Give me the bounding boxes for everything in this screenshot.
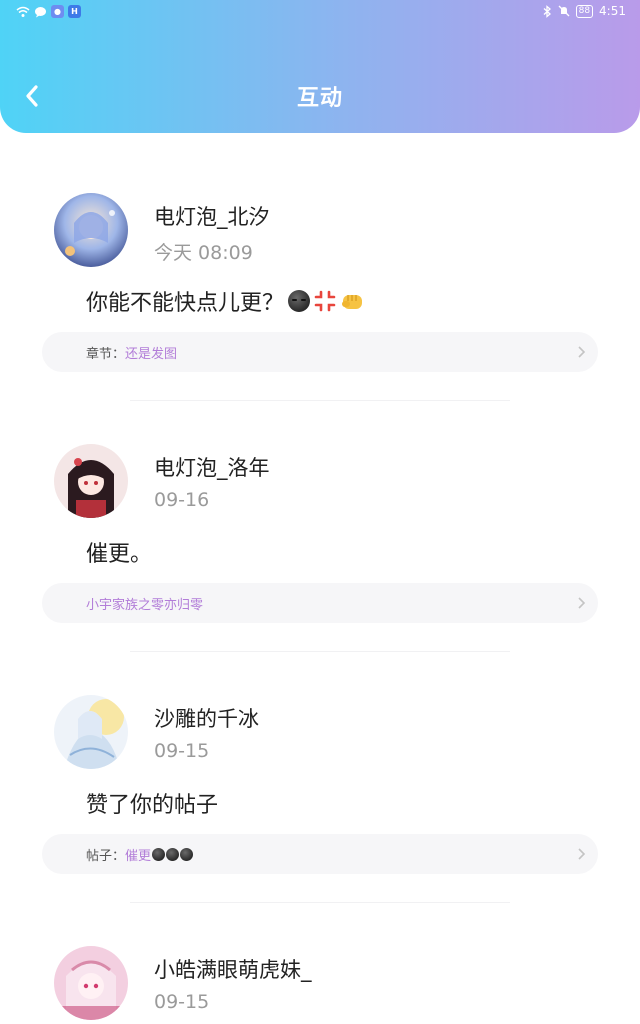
message-icon [35, 6, 46, 17]
status-bar: ● H 88 4:51 [0, 0, 640, 26]
interaction-list: 电灯泡_北汐 今天 08:09 你能不能快点儿更？ 章节： 还是发图 电灯泡_洛… [0, 151, 640, 1024]
reference-link[interactable]: 帖子： 催更 [42, 834, 598, 874]
reference-label: 章节： [86, 346, 126, 362]
status-left-icons: ● H [16, 5, 81, 18]
reference-text: 还是发图 [125, 346, 178, 362]
divider [130, 400, 510, 401]
message-text: 你能不能快点儿更？ [86, 291, 285, 316]
timestamp: 09-16 [154, 489, 210, 511]
divider [130, 902, 510, 903]
message-text: 催更。 [86, 542, 153, 567]
chevron-right-icon [578, 597, 586, 609]
user-name[interactable]: 电灯泡_洛年 [154, 452, 270, 482]
avatar[interactable] [54, 444, 128, 518]
list-item[interactable]: 小皓满眼萌虎妹_ 09-15 [0, 904, 640, 1024]
reference-text: 催更 [125, 848, 152, 864]
message-text: 赞了你的帖子 [86, 793, 219, 818]
wifi-icon [16, 6, 30, 17]
user-name[interactable]: 小皓满眼萌虎妹_ [154, 954, 312, 984]
avatar[interactable] [54, 193, 128, 267]
app-notification-icon: ● [51, 5, 64, 18]
user-name[interactable]: 沙雕的千冰 [154, 703, 259, 733]
list-item[interactable]: 电灯泡_北汐 今天 08:09 你能不能快点儿更？ 章节： 还是发图 [0, 151, 640, 402]
bluetooth-icon [543, 4, 551, 18]
mute-bell-icon [558, 5, 570, 17]
app-notification-icon-2: H [68, 5, 81, 18]
fist-emoji-icon [342, 295, 363, 309]
dark-face-emoji-icon [180, 847, 194, 861]
battery-indicator: 88 [575, 4, 594, 18]
avatar[interactable] [54, 946, 128, 1020]
page-title: 互动 [296, 86, 343, 111]
timestamp: 09-15 [154, 991, 210, 1013]
reference-link[interactable]: 小宇家族之零亦归零 [42, 583, 598, 623]
dark-face-emoji-icon [166, 847, 180, 861]
avatar[interactable] [54, 695, 128, 769]
reference-label: 帖子： [86, 848, 126, 864]
dark-face-emoji-icon [152, 847, 166, 861]
anger-emoji-icon [314, 290, 336, 312]
app-header: ● H 88 4:51 互动 [0, 0, 640, 133]
dark-face-emoji-icon [288, 290, 311, 312]
timestamp: 09-15 [154, 740, 210, 762]
message-content: 催更。 [86, 536, 152, 568]
user-name[interactable]: 电灯泡_北汐 [154, 201, 270, 231]
reference-link[interactable]: 章节： 还是发图 [42, 332, 598, 372]
message-content: 赞了你的帖子 [86, 787, 218, 819]
reference-text-wrap: 催更 [125, 845, 194, 864]
status-time: 4:51 [599, 4, 626, 18]
status-right-icons: 88 4:51 [543, 4, 626, 18]
timestamp: 今天 08:09 [154, 242, 253, 264]
list-item[interactable]: 沙雕的千冰 09-15 赞了你的帖子 帖子： 催更 [0, 653, 640, 904]
list-item[interactable]: 电灯泡_洛年 09-16 催更。 小宇家族之零亦归零 [0, 402, 640, 653]
chevron-right-icon [578, 346, 586, 358]
reference-text: 小宇家族之零亦归零 [86, 597, 204, 613]
chevron-right-icon [578, 848, 586, 860]
message-content: 你能不能快点儿更？ [86, 285, 366, 317]
divider [130, 651, 510, 652]
